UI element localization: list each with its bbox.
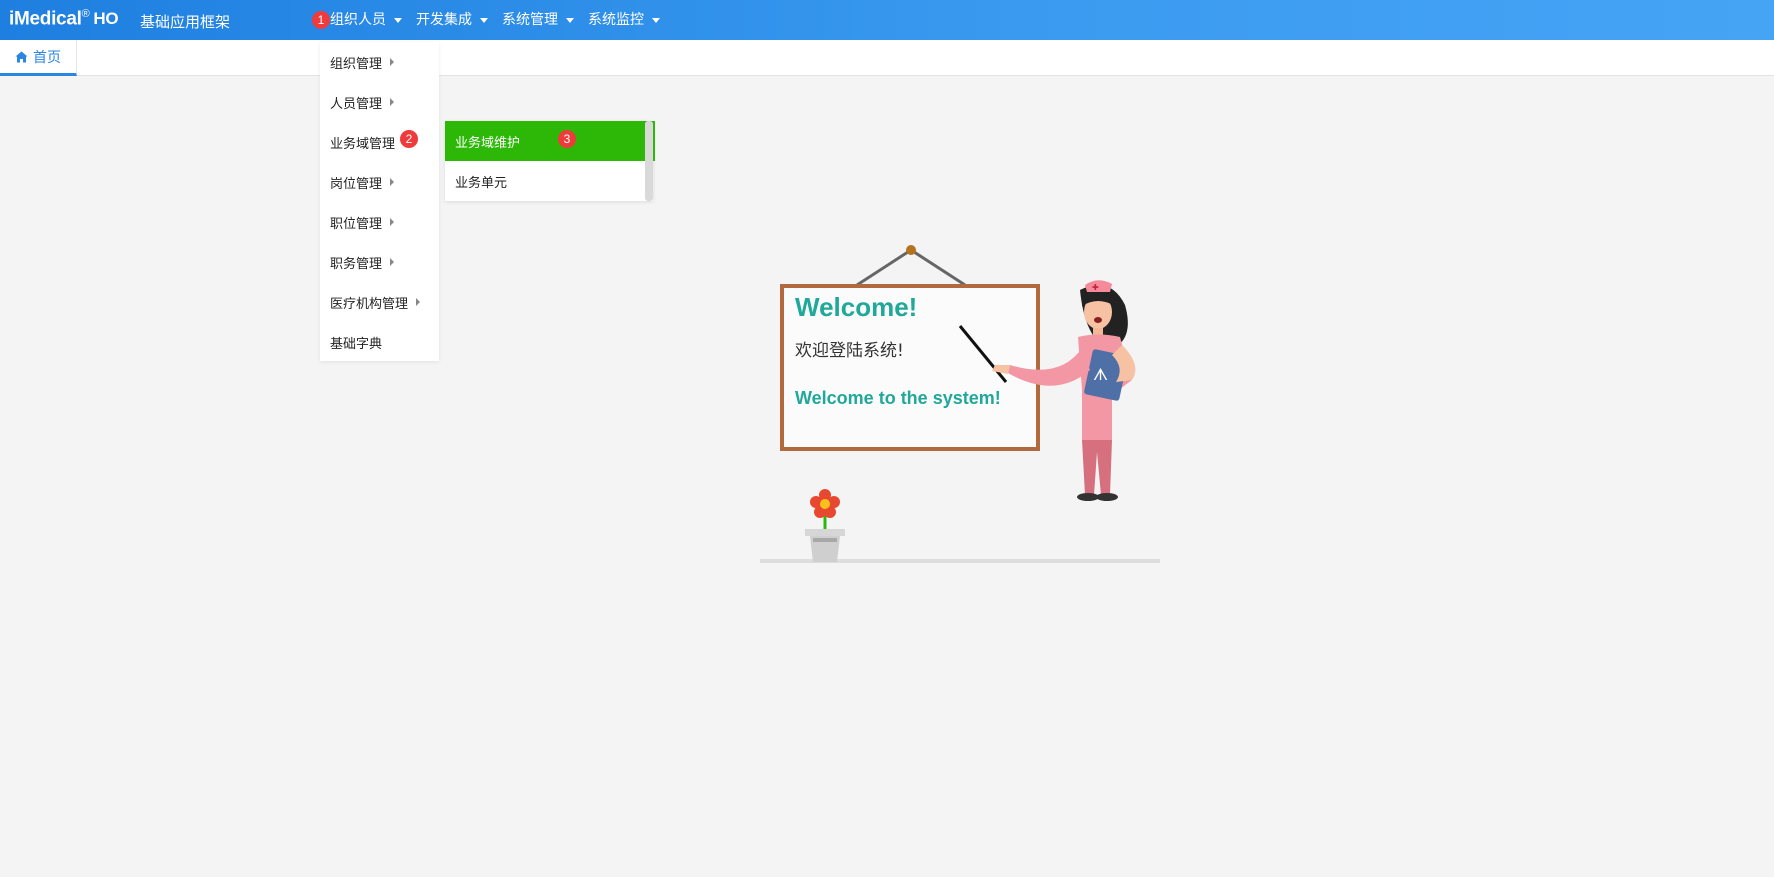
- chevron-down-icon: [652, 17, 660, 23]
- tab-label: 首页: [33, 49, 61, 66]
- chevron-right-icon: [390, 178, 395, 186]
- nav-label: 开发集成: [416, 12, 472, 28]
- menu-item-business-domain-management[interactable]: 业务域管理: [320, 122, 439, 162]
- brand-name: iMedical: [9, 8, 82, 30]
- step-badge-1: 1: [312, 11, 330, 29]
- main-nav: 组织人员 开发集成 系统管理 系统监控: [330, 0, 674, 40]
- chevron-right-icon: [390, 58, 395, 66]
- menu-item-label: 业务域管理: [330, 136, 396, 152]
- menu-item-org-management[interactable]: 组织管理: [320, 42, 439, 82]
- menu-item-basic-dictionary[interactable]: 基础字典: [320, 322, 439, 362]
- welcome-title: Welcome!: [795, 292, 918, 322]
- menu-item-label: 人员管理: [330, 96, 383, 112]
- chevron-right-icon: [390, 258, 395, 266]
- menu-item-label: 组织管理: [330, 56, 383, 72]
- menu-item-label: 岗位管理: [330, 176, 383, 192]
- dropdown-menu-org-personnel: 组织管理 人员管理 业务域管理 岗位管理 职位管理 职务管理 医疗机构管理 基础…: [320, 42, 439, 361]
- menu-item-label: 职务管理: [330, 256, 383, 272]
- menu-item-label: 职位管理: [330, 216, 383, 232]
- menu-item-personnel-management[interactable]: 人员管理: [320, 82, 439, 122]
- app-title: 基础应用框架: [140, 13, 231, 31]
- menu-item-medical-institution-management[interactable]: 医疗机构管理: [320, 282, 439, 322]
- chevron-right-icon: [390, 218, 395, 226]
- tab-home[interactable]: 首页: [0, 40, 77, 76]
- tab-bar: 首页: [0, 40, 1774, 76]
- chevron-down-icon: [480, 17, 488, 23]
- welcome-message-en: Welcome to the system!: [795, 388, 1001, 408]
- chevron-right-icon: [416, 298, 421, 306]
- step-badge-2: 2: [400, 130, 418, 148]
- submenu-scrollbar[interactable]: [645, 121, 653, 201]
- top-navbar: iMedical® HO 基础应用框架 组织人员 开发集成 系统管理 系统监控: [0, 0, 1774, 40]
- submenu-business-domain: 业务域维护 业务单元: [445, 121, 655, 201]
- chevron-right-icon: [390, 98, 395, 106]
- nav-dev-integration[interactable]: 开发集成: [416, 0, 488, 40]
- menu-item-label: 医疗机构管理: [330, 296, 409, 312]
- svg-text:ᗑ: ᗑ: [1093, 367, 1108, 384]
- brand-suffix: HO: [93, 9, 119, 29]
- submenu-item-label: 业务单元: [455, 175, 508, 191]
- nav-system-monitor[interactable]: 系统监控: [588, 0, 660, 40]
- submenu-item-business-unit[interactable]: 业务单元: [445, 161, 655, 201]
- nav-label: 组织人员: [330, 12, 386, 28]
- brand-registered-mark: ®: [81, 8, 90, 20]
- menu-item-post-management[interactable]: 岗位管理: [320, 162, 439, 202]
- step-badge-3: 3: [558, 130, 576, 148]
- welcome-message-cn: 欢迎登陆系统!: [795, 341, 904, 361]
- submenu-item-domain-maintenance[interactable]: 业务域维护: [445, 121, 655, 161]
- menu-item-label: 基础字典: [330, 336, 383, 352]
- menu-item-duty-management[interactable]: 职务管理: [320, 242, 439, 282]
- chevron-down-icon: [394, 17, 402, 23]
- nav-label: 系统管理: [502, 12, 558, 28]
- brand-logo: iMedical® HO: [9, 8, 119, 30]
- home-icon: [15, 51, 28, 62]
- submenu-item-label: 业务域维护: [455, 135, 521, 151]
- nav-org-personnel[interactable]: 组织人员: [330, 0, 402, 40]
- menu-item-position-management[interactable]: 职位管理: [320, 202, 439, 242]
- nav-system-management[interactable]: 系统管理: [502, 0, 574, 40]
- nav-label: 系统监控: [588, 12, 644, 28]
- chevron-down-icon: [566, 17, 574, 23]
- svg-text:✚: ✚: [1092, 283, 1099, 292]
